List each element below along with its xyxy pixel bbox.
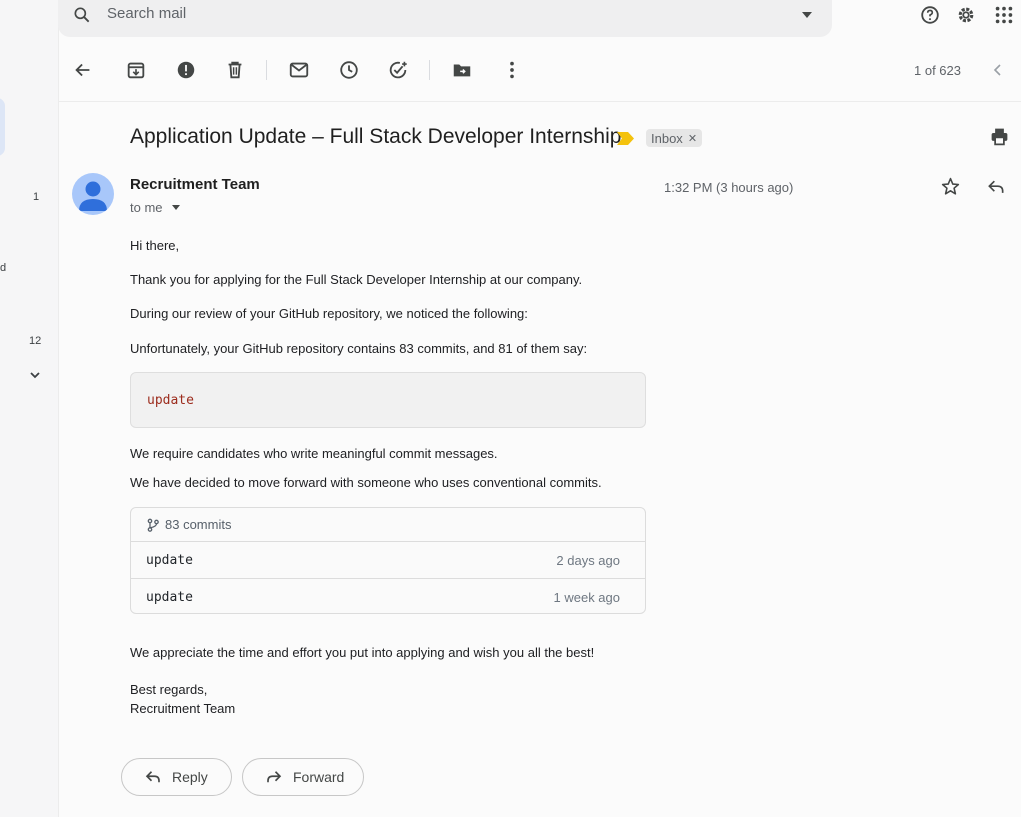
caret-down-icon[interactable]: [172, 205, 180, 210]
commit-message: update: [146, 590, 193, 605]
search-icon[interactable]: [72, 5, 92, 25]
chevron-left-icon[interactable]: [990, 62, 1006, 78]
email-paragraph-6: We appreciate the time and effort you pu…: [130, 645, 595, 660]
more-options-icon[interactable]: [501, 59, 523, 81]
apps-grid-icon[interactable]: [993, 4, 1015, 26]
commit-count: 83 commits: [165, 517, 232, 532]
forward-button-label: Forward: [293, 769, 345, 785]
commit-list-header: 83 commits: [131, 508, 645, 542]
delete-icon[interactable]: [224, 59, 246, 81]
email-paragraph-5: We have decided to move forward with som…: [130, 475, 602, 490]
pagination-text: 1 of 623: [914, 63, 961, 78]
rail-active-indicator: [0, 98, 5, 156]
sender-avatar: [72, 173, 114, 215]
recipient-summary[interactable]: to me: [130, 200, 163, 215]
toolbar-separator: [266, 60, 267, 80]
snooze-clock-icon[interactable]: [338, 59, 360, 81]
email-subject: Application Update – Full Stack Develope…: [130, 125, 622, 148]
email-paragraph-1: Thank you for applying for the Full Stac…: [130, 272, 583, 287]
help-icon[interactable]: [919, 4, 941, 26]
person-icon: [79, 181, 107, 211]
reply-button-label: Reply: [172, 769, 208, 785]
forward-icon: [267, 771, 282, 783]
move-to-folder-icon[interactable]: [451, 59, 473, 81]
rail-count-1: 1: [33, 191, 40, 203]
commit-age: 1 week ago: [553, 590, 621, 605]
commit-message: update: [146, 553, 193, 568]
commit-row[interactable]: update 1 week ago: [131, 579, 645, 615]
settings-gear-icon[interactable]: [955, 4, 977, 26]
email-paragraph-3: Unfortunately, your GitHub repository co…: [130, 341, 588, 356]
rail-count-2: 12: [29, 335, 42, 347]
back-arrow-icon[interactable]: [72, 59, 94, 81]
chevron-down-icon[interactable]: [28, 368, 42, 382]
commit-age: 2 days ago: [556, 553, 620, 568]
print-icon[interactable]: [989, 126, 1010, 147]
rail-partial-label: d: [0, 262, 7, 274]
remove-label-icon[interactable]: ✕: [688, 132, 697, 145]
inbox-label-chip[interactable]: Inbox ✕: [646, 129, 703, 147]
reply-icon[interactable]: [986, 177, 1006, 197]
label-chip-text: Inbox: [651, 130, 683, 146]
email-signoff: Best regards,: [130, 682, 208, 697]
toolbar-divider: [58, 101, 1021, 102]
reply-icon: [145, 771, 160, 783]
code-text: update: [147, 393, 194, 408]
report-spam-icon[interactable]: [175, 59, 197, 81]
commit-list: 83 commits update 2 days ago update 1 we…: [130, 507, 646, 614]
mark-unread-icon[interactable]: [288, 59, 310, 81]
importance-marker-icon[interactable]: [617, 132, 635, 145]
email-paragraph-4: We require candidates who write meaningf…: [130, 446, 498, 461]
search-input[interactable]: Search mail: [107, 5, 186, 22]
email-greeting: Hi there,: [130, 238, 180, 253]
sender-name[interactable]: Recruitment Team: [130, 176, 260, 193]
star-icon[interactable]: [940, 176, 961, 197]
commit-row[interactable]: update 2 days ago: [131, 542, 645, 579]
search-options-icon[interactable]: [801, 10, 813, 20]
toolbar-separator: [429, 60, 430, 80]
email-paragraph-2: During our review of your GitHub reposit…: [130, 306, 528, 321]
code-block: update: [130, 372, 646, 428]
left-rail: [0, 0, 58, 817]
archive-icon[interactable]: [125, 59, 147, 81]
email-timestamp: 1:32 PM (3 hours ago): [664, 180, 794, 195]
email-signature: Recruitment Team: [130, 701, 236, 716]
reply-button[interactable]: Reply: [121, 758, 232, 796]
git-branch-icon: [147, 518, 159, 532]
forward-button[interactable]: Forward: [242, 758, 364, 796]
add-to-tasks-icon[interactable]: [387, 59, 409, 81]
